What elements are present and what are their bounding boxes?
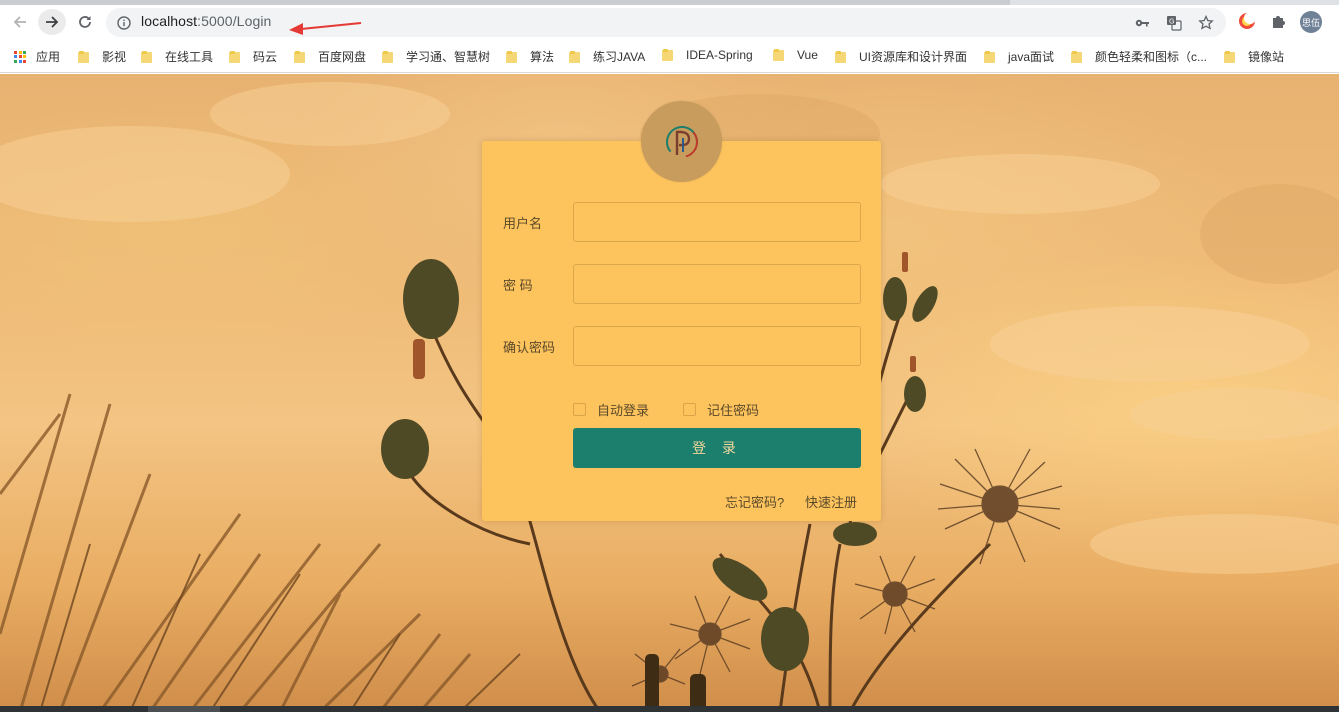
remember-password-label: 记住密码 bbox=[707, 403, 760, 418]
reload-button[interactable] bbox=[71, 9, 99, 35]
profile-avatar[interactable]: 思伍 bbox=[1300, 11, 1322, 33]
bookmark-label: 算法 bbox=[530, 50, 555, 64]
info-icon[interactable] bbox=[117, 15, 131, 34]
folder-icon bbox=[506, 50, 518, 63]
bookmark-item[interactable]: UI资源库和设计界面 bbox=[835, 48, 967, 65]
auto-login-label: 自动登录 bbox=[597, 403, 650, 418]
reload-icon bbox=[79, 16, 91, 28]
bookmark-item[interactable]: 百度网盘 bbox=[294, 48, 366, 65]
back-button[interactable] bbox=[6, 9, 34, 35]
username-input[interactable] bbox=[573, 202, 861, 242]
annotation-arrow bbox=[289, 22, 362, 35]
bookmark-item[interactable]: 颜色轻柔和图标（c... bbox=[1071, 48, 1207, 65]
apps-grid-icon bbox=[14, 50, 26, 63]
register-link[interactable]: 快速注册 bbox=[805, 492, 857, 511]
folder-icon bbox=[1071, 50, 1083, 63]
bookmark-apps-label: 应用 bbox=[36, 50, 61, 64]
arrow-left-icon bbox=[13, 16, 26, 28]
bookmark-label: 百度网盘 bbox=[318, 50, 367, 64]
tab-strip bbox=[0, 0, 1339, 5]
auto-login-checkbox[interactable]: 自动登录 bbox=[573, 400, 649, 419]
folder-icon bbox=[569, 50, 581, 63]
bookmark-item[interactable]: IDEA-Spring bbox=[662, 48, 753, 62]
bookmark-label: 镜像站 bbox=[1248, 50, 1285, 64]
password-input[interactable] bbox=[573, 264, 861, 304]
star-icon[interactable] bbox=[1198, 14, 1214, 35]
bookmark-item[interactable]: 算法 bbox=[506, 48, 554, 65]
forward-button[interactable] bbox=[38, 9, 66, 35]
checkbox-box[interactable] bbox=[573, 403, 586, 416]
remember-password-checkbox[interactable]: 记住密码 bbox=[683, 400, 759, 419]
bottom-edge bbox=[0, 706, 1339, 712]
bookmark-item[interactable]: 在线工具 bbox=[141, 48, 213, 65]
moon-extension-icon[interactable] bbox=[1237, 11, 1257, 31]
bookmarks-bar: 应用 影视 在线工具 码云 百度网盘 学习通、智慧树 算法 练习JAVA IDE… bbox=[0, 42, 1339, 73]
url-host: localhost bbox=[141, 13, 198, 29]
bookmark-label: 颜色轻柔和图标（c... bbox=[1095, 50, 1208, 64]
bookmark-label: 学习通、智慧树 bbox=[406, 50, 491, 64]
puzzle-icon[interactable] bbox=[1269, 11, 1289, 31]
forgot-password-link[interactable]: 忘记密码? bbox=[725, 492, 784, 511]
folder-icon bbox=[229, 50, 241, 63]
url-path: :5000/Login bbox=[197, 13, 272, 29]
bookmark-label: 练习JAVA bbox=[593, 50, 646, 64]
folder-icon bbox=[78, 50, 90, 63]
password-label: 密 码 bbox=[503, 278, 533, 293]
browser-toolbar: localhost:5000/Login G 思伍 bbox=[0, 0, 1339, 42]
bookmark-item[interactable]: java面试 bbox=[984, 48, 1054, 65]
address-bar[interactable]: localhost:5000/Login G bbox=[106, 8, 1226, 37]
username-label: 用户名 bbox=[503, 216, 543, 231]
key-icon[interactable] bbox=[1134, 15, 1150, 35]
p-logo-icon bbox=[665, 125, 698, 158]
logo-avatar bbox=[641, 101, 722, 182]
bookmark-label: UI资源库和设计界面 bbox=[859, 50, 968, 64]
checkbox-box[interactable] bbox=[683, 403, 696, 416]
url-text[interactable]: localhost:5000/Login bbox=[141, 13, 271, 29]
bookmark-item[interactable]: 影视 bbox=[78, 48, 126, 65]
folder-icon bbox=[1224, 50, 1236, 63]
folder-icon bbox=[141, 50, 153, 63]
bookmark-label: IDEA-Spring bbox=[686, 48, 753, 62]
bookmark-label: java面试 bbox=[1008, 50, 1055, 64]
confirm-password-label: 确认密码 bbox=[503, 340, 556, 355]
folder-icon bbox=[382, 50, 394, 63]
bookmark-label: 影视 bbox=[102, 50, 127, 64]
folder-icon bbox=[294, 50, 306, 63]
folder-icon bbox=[773, 49, 785, 61]
arrow-right-icon bbox=[46, 16, 59, 28]
bookmark-item[interactable]: 码云 bbox=[229, 48, 277, 65]
translate-icon[interactable]: G bbox=[1166, 15, 1182, 35]
folder-icon bbox=[662, 49, 674, 61]
folder-icon bbox=[835, 50, 847, 63]
svg-text:G: G bbox=[1169, 18, 1174, 26]
bookmark-label: Vue bbox=[797, 48, 818, 62]
bookmark-item[interactable]: 镜像站 bbox=[1224, 48, 1284, 65]
bookmark-label: 码云 bbox=[253, 50, 278, 64]
bookmark-item[interactable]: Vue bbox=[773, 48, 818, 62]
folder-icon bbox=[984, 50, 996, 63]
bookmark-item[interactable]: 学习通、智慧树 bbox=[382, 48, 490, 65]
bookmark-item[interactable]: 练习JAVA bbox=[569, 48, 645, 65]
bookmark-apps[interactable]: 应用 bbox=[14, 48, 60, 65]
confirm-password-input[interactable] bbox=[573, 326, 861, 366]
bookmark-label: 在线工具 bbox=[165, 50, 214, 64]
login-button[interactable]: 登 录 bbox=[573, 428, 861, 468]
